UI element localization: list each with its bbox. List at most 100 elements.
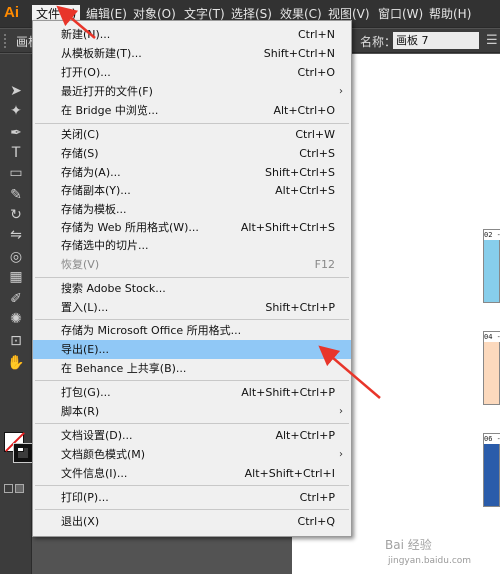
menu-item-label: 存储为模板... (61, 203, 127, 216)
menu-item-label: 在 Bridge 中浏览... (61, 104, 159, 117)
menu-separator (35, 423, 349, 424)
menu-item-shortcut: Alt+Ctrl+O (273, 104, 335, 117)
app-logo: Ai (4, 4, 19, 21)
submenu-arrow-icon: › (339, 449, 343, 460)
menu-item-shortcut: Shift+Ctrl+N (263, 47, 335, 60)
menu-item-shortcut: Ctrl+Q (297, 515, 335, 528)
menu-item-save-template[interactable]: 存储为模板... (33, 200, 351, 219)
menu-item-export[interactable]: 导出(E)... (33, 340, 351, 359)
menu-help[interactable]: 帮助(H) (425, 5, 475, 23)
tools-panel: ➤ ✦ ✒ T ▭ ✎ ↻ ⇋ ◎ ▦ ✐ ✺ ⊡ ✋ (0, 54, 33, 574)
menu-item-label: 退出(X) (61, 515, 100, 528)
menu-item-shortcut: Alt+Ctrl+S (275, 184, 335, 197)
file-menu-dropdown: 新建(N)... Ctrl+N 从模板新建(T)... Shift+Ctrl+N 打… (32, 20, 352, 537)
menu-item-label: 文档颜色模式(M) (61, 448, 146, 461)
thumbnail-label: 06 - (484, 434, 500, 444)
symbol-sprayer-icon[interactable]: ✺ (6, 310, 26, 328)
menu-item-label: 存储为 Web 所用格式(W)... (61, 221, 199, 234)
rectangle-tool-icon[interactable]: ▭ (6, 164, 26, 182)
type-tool-icon[interactable]: T (6, 144, 26, 162)
width-tool-icon[interactable]: ⇋ (6, 226, 26, 244)
menu-item-open[interactable]: 打开(O)... Ctrl+O (33, 63, 351, 82)
stroke-swatch[interactable] (13, 443, 33, 463)
menu-item-recent-files[interactable]: 最近打开的文件(F) › (33, 82, 351, 101)
menu-item-save[interactable]: 存储(S) Ctrl+S (33, 144, 351, 163)
menu-item-label: 搜索 Adobe Stock... (61, 282, 166, 295)
color-mode-icon[interactable] (4, 484, 13, 493)
menu-window[interactable]: 窗口(W) (374, 5, 427, 23)
menu-item-label: 从模板新建(T)... (61, 47, 142, 60)
artboard-thumbnail[interactable]: 04 - (483, 331, 500, 405)
menu-item-label: 文件信息(I)... (61, 467, 128, 480)
menu-item-label: 存储选中的切片... (61, 239, 149, 252)
artboard-name-field[interactable]: 画板 7 (393, 32, 479, 49)
thumbnail-label: 04 - (484, 332, 500, 342)
menu-item-scripts[interactable]: 脚本(R) › (33, 402, 351, 421)
menu-item-label: 存储为(A)... (61, 166, 121, 179)
menu-item-label: 打开(O)... (61, 66, 111, 79)
submenu-arrow-icon: › (339, 406, 343, 417)
menu-item-save-copy[interactable]: 存储副本(Y)... Alt+Ctrl+S (33, 181, 351, 200)
menu-item-adobe-stock[interactable]: 搜索 Adobe Stock... (33, 279, 351, 298)
menu-item-shortcut: Ctrl+W (295, 128, 335, 141)
menu-item-file-info[interactable]: 文件信息(I)... Alt+Shift+Ctrl+I (33, 464, 351, 483)
menu-item-shortcut: Shift+Ctrl+S (265, 166, 335, 179)
menu-item-label: 存储为 Microsoft Office 所用格式... (61, 324, 242, 337)
menu-item-shortcut: Ctrl+O (297, 66, 335, 79)
menu-separator (35, 319, 349, 320)
menu-item-label: 最近打开的文件(F) (61, 85, 153, 98)
menu-item-label: 存储副本(Y)... (61, 184, 131, 197)
magic-wand-icon[interactable]: ✦ (6, 102, 26, 120)
eyedropper-icon[interactable]: ✐ (6, 290, 26, 308)
submenu-arrow-icon: › (339, 86, 343, 97)
menu-item-browse-bridge[interactable]: 在 Bridge 中浏览... Alt+Ctrl+O (33, 101, 351, 120)
menu-item-color-mode[interactable]: 文档颜色模式(M) › (33, 445, 351, 464)
menu-item-shortcut: Shift+Ctrl+P (265, 301, 335, 314)
watermark-url: jingyan.baidu.com (388, 556, 472, 566)
gradient-mode-icon[interactable] (15, 484, 24, 493)
menu-item-new-from-template[interactable]: 从模板新建(T)... Shift+Ctrl+N (33, 44, 351, 63)
menu-separator (35, 380, 349, 381)
menu-item-label: 关闭(C) (61, 128, 100, 141)
menu-item-save-as[interactable]: 存储为(A)... Shift+Ctrl+S (33, 163, 351, 182)
hand-tool-icon[interactable]: ✋ (6, 354, 26, 372)
menu-item-shortcut: Ctrl+P (299, 491, 335, 504)
menu-item-label: 文档设置(D)... (61, 429, 133, 442)
shape-builder-icon[interactable]: ◎ (6, 248, 26, 266)
grip-icon[interactable] (4, 34, 10, 48)
menu-separator (35, 509, 349, 510)
menu-item-close[interactable]: 关闭(C) Ctrl+W (33, 125, 351, 144)
menu-item-save-office[interactable]: 存储为 Microsoft Office 所用格式... (33, 321, 351, 340)
menu-item-label: 打包(G)... (61, 386, 111, 399)
rotate-tool-icon[interactable]: ↻ (6, 206, 26, 224)
menu-item-label: 在 Behance 上共享(B)... (61, 362, 187, 375)
menu-separator (35, 277, 349, 278)
menu-item-revert: 恢复(V) F12 (33, 255, 351, 274)
thumbnail-label: 02 - (484, 230, 500, 240)
menu-item-share-behance[interactable]: 在 Behance 上共享(B)... (33, 359, 351, 378)
brush-tool-icon[interactable]: ✎ (6, 186, 26, 204)
menu-item-label: 打印(P)... (61, 491, 109, 504)
pen-tool-icon[interactable]: ✒ (6, 124, 26, 142)
menu-item-place[interactable]: 置入(L)... Shift+Ctrl+P (33, 298, 351, 317)
panel-menu-icon[interactable]: ☰ (486, 33, 498, 48)
artboard-tool-icon[interactable]: ⊡ (6, 332, 26, 350)
gradient-tool-icon[interactable]: ▦ (6, 268, 26, 286)
artboard-thumbnail[interactable]: 06 - (483, 433, 500, 507)
artboard-thumbnail[interactable]: 02 - (483, 229, 500, 303)
menu-item-save-slices[interactable]: 存储选中的切片... (33, 236, 351, 255)
name-label: 名称： (360, 35, 397, 49)
menu-item-save-for-web[interactable]: 存储为 Web 所用格式(W)... Alt+Shift+Ctrl+S (33, 218, 351, 237)
menu-item-document-setup[interactable]: 文档设置(D)... Alt+Ctrl+P (33, 426, 351, 445)
menu-item-new[interactable]: 新建(N)... Ctrl+N (33, 25, 351, 44)
menu-item-exit[interactable]: 退出(X) Ctrl+Q (33, 512, 351, 531)
menu-item-label: 恢复(V) (61, 258, 100, 271)
menu-item-print[interactable]: 打印(P)... Ctrl+P (33, 488, 351, 507)
menu-item-shortcut: Alt+Ctrl+P (275, 429, 335, 442)
watermark: Bai 经验 (385, 538, 432, 552)
menu-item-shortcut: Ctrl+N (297, 28, 335, 41)
menu-item-shortcut: Alt+Shift+Ctrl+P (241, 386, 335, 399)
menu-item-label: 脚本(R) (61, 405, 100, 418)
selection-tool-icon[interactable]: ➤ (6, 82, 26, 100)
menu-item-package[interactable]: 打包(G)... Alt+Shift+Ctrl+P (33, 383, 351, 402)
